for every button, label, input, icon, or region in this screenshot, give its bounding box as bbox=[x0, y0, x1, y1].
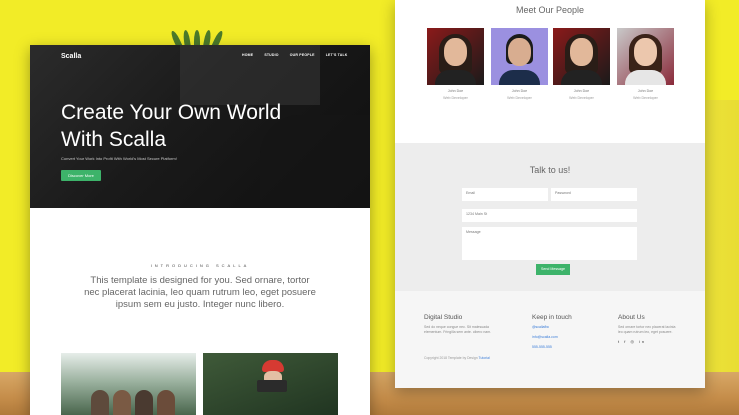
footer-link-phone[interactable]: 555-555-555 bbox=[532, 345, 592, 350]
team-member-card[interactable]: John Doe Web Developer bbox=[553, 28, 610, 100]
copyright-text: Copyright 2018 Template by Design bbox=[424, 356, 478, 360]
brand-logo[interactable]: Scalla bbox=[61, 53, 81, 60]
nav-item-lets-talk[interactable]: LET'S TALK bbox=[326, 53, 348, 57]
team-member-card[interactable]: John Doe Web Developer bbox=[427, 28, 484, 100]
footer-text: Sed do neque congue nec. Sit malesuada e… bbox=[424, 325, 492, 334]
footer-column-contact: Keep in touch @scallafbc info@scalla.com… bbox=[532, 314, 592, 355]
footer: Digital Studio Sed do neque congue nec. … bbox=[395, 291, 705, 388]
intro-label: INTRODUCING SCALLA bbox=[150, 263, 250, 268]
footer-link-email[interactable]: info@scalla.com bbox=[532, 335, 592, 340]
footer-heading: About Us bbox=[618, 314, 645, 321]
hero-title: Create Your Own World With Scalla bbox=[61, 101, 282, 151]
footer-column-studio: Digital Studio Sed do neque congue nec. … bbox=[424, 314, 504, 335]
landing-page-preview-right: Meet Our People John Doe Web Developer J… bbox=[395, 0, 705, 388]
nav-item-home[interactable]: HOME bbox=[242, 53, 253, 57]
contact-section: Talk to us! Email Password 1234 Main St … bbox=[395, 143, 705, 291]
intro-text: This template is designed for you. Sed o… bbox=[84, 275, 316, 310]
team-member-card[interactable]: John Doe Web Developer bbox=[617, 28, 674, 100]
greenhouse-photo bbox=[61, 353, 196, 415]
footer-link-social[interactable]: @scallafbc bbox=[532, 325, 592, 330]
team-member-photo bbox=[617, 28, 674, 85]
footer-heading: Keep in touch bbox=[532, 314, 572, 321]
team-member-card[interactable]: John Doe Web Developer bbox=[491, 28, 548, 100]
copyright-link[interactable]: Tutorial bbox=[479, 356, 490, 360]
footer-heading: Digital Studio bbox=[424, 314, 463, 321]
footer-column-about: About Us Sed ornare tortor nec placerat … bbox=[618, 314, 678, 344]
team-member-role: Web Developer bbox=[507, 96, 532, 100]
address-field[interactable]: 1234 Main St bbox=[462, 209, 637, 222]
nav-item-our-people[interactable]: OUR PEOPLE bbox=[290, 53, 315, 57]
yellow-background: Scalla HOME STUDIO OUR PEOPLE LET'S TALK… bbox=[0, 0, 739, 415]
photographer-photo bbox=[203, 353, 338, 415]
email-field[interactable]: Email bbox=[462, 188, 548, 201]
password-field[interactable]: Password bbox=[551, 188, 637, 201]
team-member-name: John Doe bbox=[511, 89, 528, 93]
team-member-photo bbox=[553, 28, 610, 85]
send-message-button[interactable]: Send Message bbox=[536, 264, 570, 275]
team-member-role: Web Developer bbox=[443, 96, 468, 100]
team-member-role: Web Developer bbox=[633, 96, 658, 100]
team-member-photo bbox=[427, 28, 484, 85]
nav-item-studio[interactable]: STUDIO bbox=[264, 53, 278, 57]
social-icons[interactable]: t f ◎ in bbox=[618, 339, 678, 344]
team-member-name: John Doe bbox=[447, 89, 464, 93]
wall-strip bbox=[705, 100, 739, 415]
team-member-name: John Doe bbox=[637, 89, 654, 93]
people-section-title: Meet Our People bbox=[515, 5, 585, 15]
message-field[interactable]: Message bbox=[462, 227, 637, 260]
main-nav: HOME STUDIO OUR PEOPLE LET'S TALK bbox=[242, 53, 348, 57]
team-member-role: Web Developer bbox=[569, 96, 594, 100]
footer-text: Sed ornare tortor nec placerat lacinia l… bbox=[618, 325, 676, 334]
discover-more-button[interactable]: Discover More bbox=[61, 170, 101, 181]
copyright: Copyright 2018 Template by Design Tutori… bbox=[424, 356, 490, 360]
landing-page-preview-left: Scalla HOME STUDIO OUR PEOPLE LET'S TALK… bbox=[30, 45, 370, 415]
contact-title: Talk to us! bbox=[529, 165, 571, 175]
team-member-photo bbox=[491, 28, 548, 85]
hero-subtitle: Convert Your Work Into Profit With World… bbox=[61, 156, 177, 161]
hero-section: Scalla HOME STUDIO OUR PEOPLE LET'S TALK… bbox=[30, 45, 370, 208]
team-member-name: John Doe bbox=[573, 89, 590, 93]
